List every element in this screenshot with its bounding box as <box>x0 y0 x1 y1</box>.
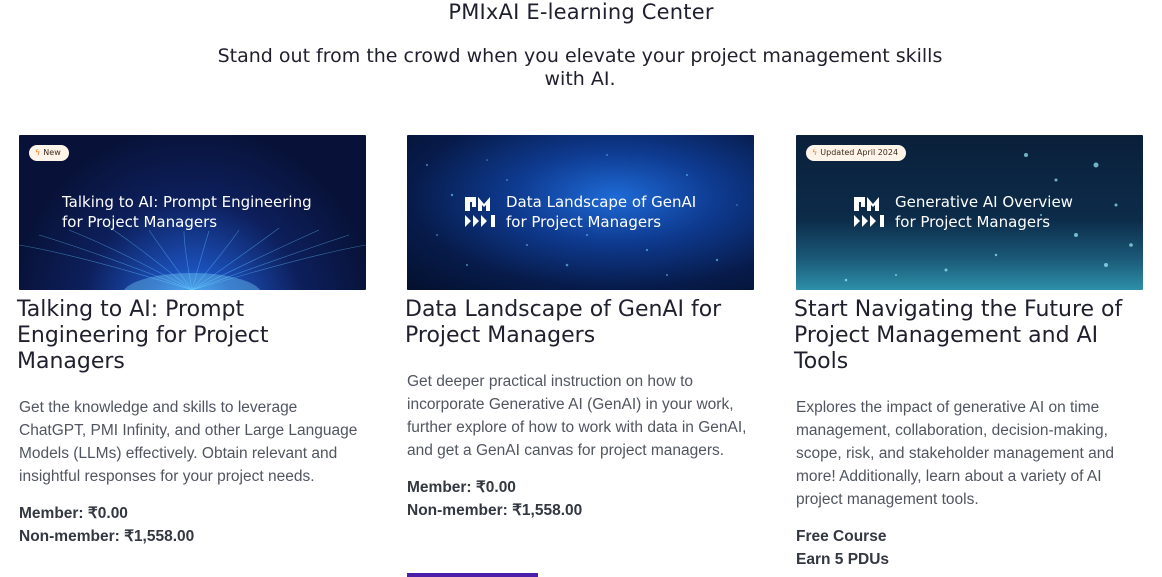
course-description: Get deeper practical instruction on how … <box>407 373 747 459</box>
price-block: Member: ₹0.00 Non-member: ₹1,558.00 <box>17 502 367 548</box>
page-title: PMIxAI E-learning Center <box>448 0 714 24</box>
course-title[interactable]: Start Navigating the Future of Project M… <box>794 297 1144 375</box>
banner-text-line: for Project Managers <box>62 213 218 231</box>
banner-text: Data Landscape of GenAI for Project Mana… <box>506 192 696 232</box>
banner-text-line: Data Landscape of GenAI <box>506 193 697 211</box>
pmi-logo <box>854 197 884 227</box>
course-card-prompt-engineering[interactable]: ϟ New Talking to AI: Prompt Engineering f… <box>17 135 367 548</box>
price-block: Member: ₹0.00 Non-member: ₹1,558.00 <box>405 476 755 522</box>
banner-text-line: for Project Managers <box>506 213 662 231</box>
bolt-icon: ϟ <box>812 148 818 157</box>
course-card-generative-ai-overview[interactable]: ϟ Updated April 2024 Generative AI Overvi… <box>794 135 1144 571</box>
non-member-price: Non-member: ₹1,558.00 <box>19 528 195 545</box>
member-price: Member: ₹0.00 <box>407 479 516 496</box>
badge-label: New <box>43 148 61 157</box>
course-description: Get the knowledge and skills to leverage… <box>19 399 358 485</box>
page-subtitle: Stand out from the crowd when you elevat… <box>217 45 943 90</box>
new-badge: ϟ New <box>29 145 69 161</box>
course-title[interactable]: Talking to AI: Prompt Engineering for Pr… <box>17 297 367 375</box>
non-member-price: Non-member: ₹1,558.00 <box>407 502 583 519</box>
badge-label: Updated April 2024 <box>820 148 899 157</box>
course-type: Free Course <box>796 528 887 545</box>
course-banner[interactable]: Data Landscape of GenAI for Project Mana… <box>407 135 754 290</box>
enroll-button[interactable] <box>407 573 538 577</box>
member-price: Member: ₹0.00 <box>19 505 128 522</box>
pmi-logo <box>465 197 495 227</box>
banner-text-line: Generative AI Overview <box>895 193 1073 211</box>
price-block: Free Course Earn 5 PDUs <box>794 525 1144 571</box>
banner-text-line: for Project Managers <box>895 213 1051 231</box>
pdu-credits: Earn 5 PDUs <box>796 551 890 568</box>
course-banner[interactable]: ϟ New Talking to AI: Prompt Engineering f… <box>19 135 366 290</box>
banner-text-line: Talking to AI: Prompt Engineering <box>62 193 312 211</box>
bolt-icon: ϟ <box>35 148 41 157</box>
banner-text: Generative AI Overview for Project Manag… <box>895 192 1073 232</box>
course-description: Explores the impact of generative AI on … <box>796 399 1114 508</box>
course-banner[interactable]: ϟ Updated April 2024 Generative AI Overvi… <box>796 135 1143 290</box>
course-title[interactable]: Data Landscape of GenAI for Project Mana… <box>405 297 755 349</box>
course-card-data-landscape[interactable]: Data Landscape of GenAI for Project Mana… <box>405 135 755 522</box>
banner-text: Talking to AI: Prompt Engineering for Pr… <box>62 192 312 232</box>
updated-badge: ϟ Updated April 2024 <box>806 145 907 161</box>
